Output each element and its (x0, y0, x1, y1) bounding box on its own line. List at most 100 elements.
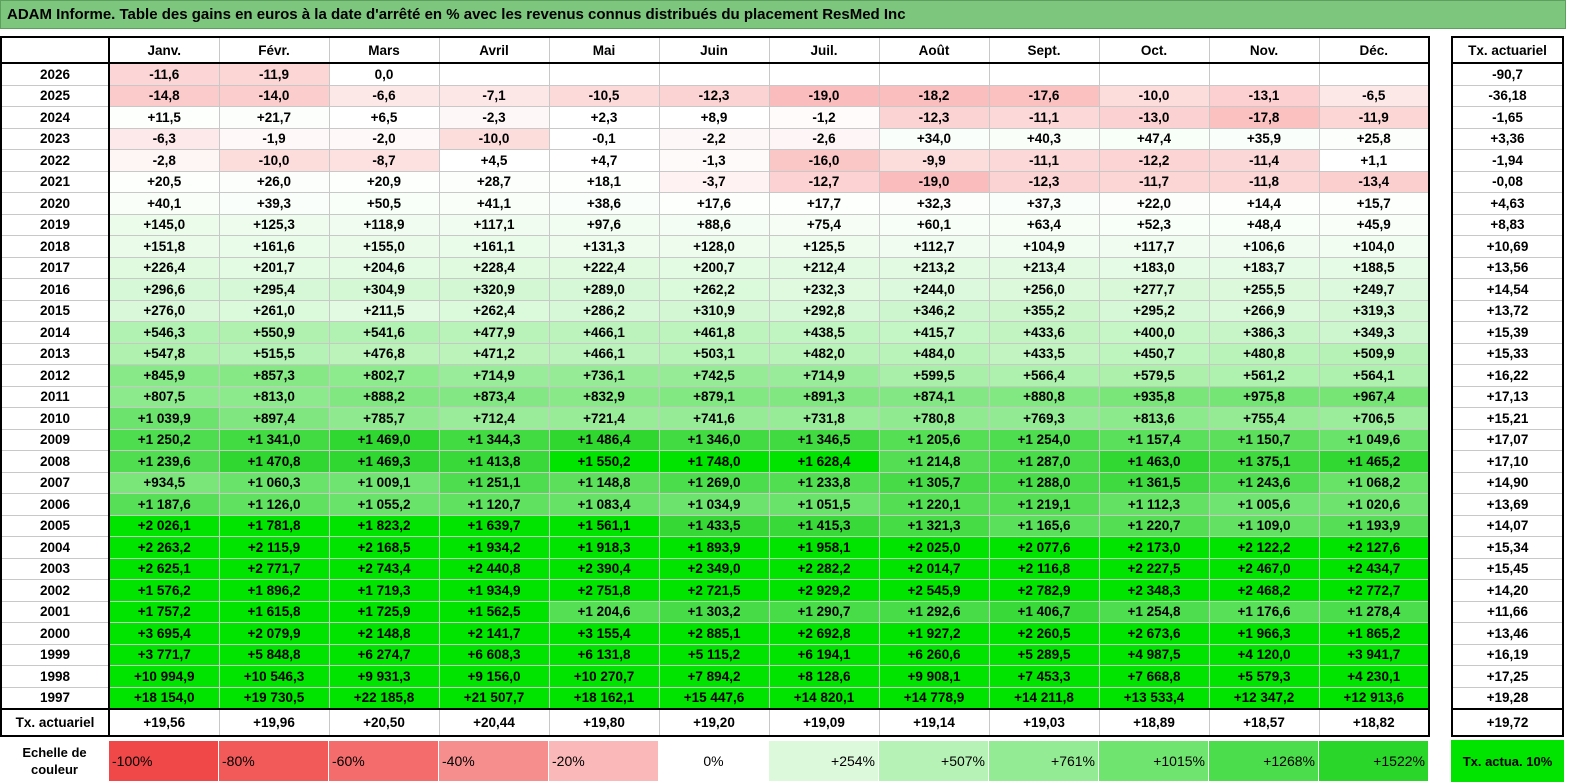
gain-cell: +1 269,0 (658, 471, 770, 494)
gain-cell: -11,7 (1098, 170, 1210, 193)
gain-cell: +1 254,0 (988, 428, 1100, 451)
gain-cell: +1 005,6 (1208, 493, 1320, 516)
gain-cell: +2 545,9 (878, 579, 990, 602)
year-cell: 1998 (0, 665, 110, 688)
gain-cell: +1 550,2 (548, 450, 660, 473)
gain-cell: +14 778,9 (878, 686, 990, 710)
gain-cell: +471,2 (438, 342, 550, 365)
table-row: 2006 +1 187,6 +1 126,0 +1 055,2 +1 120,7 +1 0… (0, 493, 1430, 516)
gain-cell: +2 885,1 (658, 622, 770, 645)
gain-cell: +2 625,1 (108, 557, 220, 580)
gain-cell: +20,5 (108, 170, 220, 193)
table-row: 2012 +845,9 +857,3 +802,7 +714,9 +736,1 +742,5… (0, 364, 1430, 387)
gain-cell: +2 173,0 (1098, 536, 1210, 559)
gain-cell: +780,8 (878, 407, 990, 430)
gain-cell: +1 465,2 (1318, 450, 1430, 473)
gain-cell: +2 122,2 (1208, 536, 1320, 559)
gain-cell: +310,9 (658, 299, 770, 322)
rate-row: -1,65 (1451, 106, 1564, 129)
year-cell: 2006 (0, 493, 110, 516)
table-row: 2013 +547,8 +515,5 +476,8 +471,2 +466,1 +503,1… (0, 342, 1430, 365)
gain-cell: -14,8 (108, 84, 220, 107)
gain-cell: +934,5 (108, 471, 220, 494)
gain-cell: -1,9 (218, 127, 330, 150)
gain-cell: +7 894,2 (658, 665, 770, 688)
gain-cell: +888,2 (328, 385, 440, 408)
table-row: 2018 +151,8 +161,6 +155,0 +161,1 +131,3 +128,0… (0, 235, 1430, 258)
gain-cell: +874,1 (878, 385, 990, 408)
gain-cell: +226,4 (108, 256, 220, 279)
rate-row: +15,21 (1451, 407, 1564, 430)
gain-cell: +1 344,3 (438, 428, 550, 451)
table-corner (0, 36, 110, 64)
gain-cell: +355,2 (988, 299, 1100, 322)
gain-cell: +1 055,2 (328, 493, 440, 516)
gain-cell: +975,8 (1208, 385, 1320, 408)
gain-cell: +6 131,8 (548, 643, 660, 666)
rate-row: +11,66 (1451, 600, 1564, 623)
gain-cell: +769,3 (988, 407, 1100, 430)
gain-cell: +222,4 (548, 256, 660, 279)
annual-rate-cell: +13,46 (1451, 622, 1564, 645)
gain-cell: +1 250,2 (108, 428, 220, 451)
year-cell: 2022 (0, 149, 110, 172)
gain-cell: +1 893,9 (658, 536, 770, 559)
gain-cell: +1 934,9 (438, 579, 550, 602)
gain-cell: +1 966,3 (1208, 622, 1320, 645)
gain-cell: +295,4 (218, 278, 330, 301)
gain-cell: +1 292,6 (878, 600, 990, 623)
gain-cell: -10,5 (548, 84, 660, 107)
table-row: 2003 +2 625,1 +2 771,7 +2 743,4 +2 440,8 +2 3… (0, 557, 1430, 580)
table-row: 2010 +1 039,9 +897,4 +785,7 +712,4 +721,4 +741… (0, 407, 1430, 430)
gain-cell: -13,4 (1318, 170, 1430, 193)
gain-cell: +1 927,2 (878, 622, 990, 645)
gain-cell: +1 220,7 (1098, 514, 1210, 537)
gain-cell: +845,9 (108, 364, 220, 387)
gain-cell: +813,0 (218, 385, 330, 408)
gain-cell: +188,5 (1318, 256, 1430, 279)
gain-cell: +104,0 (1318, 235, 1430, 258)
gain-cell: +4 987,5 (1098, 643, 1210, 666)
gain-cell: +1 719,3 (328, 579, 440, 602)
gain-cell: +1 278,4 (1318, 600, 1430, 623)
gain-cell: +2 077,6 (988, 536, 1100, 559)
rate-row: +14,54 (1451, 278, 1564, 301)
gain-cell: +213,2 (878, 256, 990, 279)
year-cell: 2004 (0, 536, 110, 559)
gain-cell: +10 994,9 (108, 665, 220, 688)
gain-cell: +2 751,8 (548, 579, 660, 602)
annual-rate-cell: +13,56 (1451, 256, 1564, 279)
gain-cell: -2,3 (438, 106, 550, 129)
gain-cell: +249,7 (1318, 278, 1430, 301)
month-header: Août (878, 36, 990, 64)
gain-cell: +1 781,8 (218, 514, 330, 537)
month-rate-cell: +20,50 (328, 708, 440, 737)
gain-cell: +1 150,7 (1208, 428, 1320, 451)
gain-cell: -17,6 (988, 84, 1100, 107)
gain-cell: +1 628,4 (768, 450, 880, 473)
gain-cell: -10,0 (438, 127, 550, 150)
rate-row: -0,08 (1451, 170, 1564, 193)
gain-cell: +1 287,0 (988, 450, 1100, 473)
year-cell: 2018 (0, 235, 110, 258)
gain-cell: -2,2 (658, 127, 770, 150)
gain-cell: +1 214,8 (878, 450, 990, 473)
report-title: ADAM Informe. Table des gains en euros à… (0, 0, 1566, 29)
gain-cell: +204,6 (328, 256, 440, 279)
gain-cell: +1 020,6 (1318, 493, 1430, 516)
year-cell: 2026 (0, 62, 110, 86)
gain-cell: +503,1 (658, 342, 770, 365)
table-row: 2009 +1 250,2 +1 341,0 +1 469,0 +1 344,3 +1 4… (0, 428, 1430, 451)
gain-cell: +2 127,6 (1318, 536, 1430, 559)
gain-cell: -10,0 (218, 149, 330, 172)
gains-table: Janv. Févr. Mars Avril Mai Juin Juil. Août Sept.… (0, 36, 1430, 737)
month-header: Mars (328, 36, 440, 64)
gain-cell: +714,9 (768, 364, 880, 387)
gain-cell: +289,0 (548, 278, 660, 301)
rate-row: +15,34 (1451, 536, 1564, 559)
gain-cell: +47,4 (1098, 127, 1210, 150)
gain-cell: +2 721,5 (658, 579, 770, 602)
gain-cell: +967,4 (1318, 385, 1430, 408)
gain-cell: +10 546,3 (218, 665, 330, 688)
gain-cell: +807,5 (108, 385, 220, 408)
